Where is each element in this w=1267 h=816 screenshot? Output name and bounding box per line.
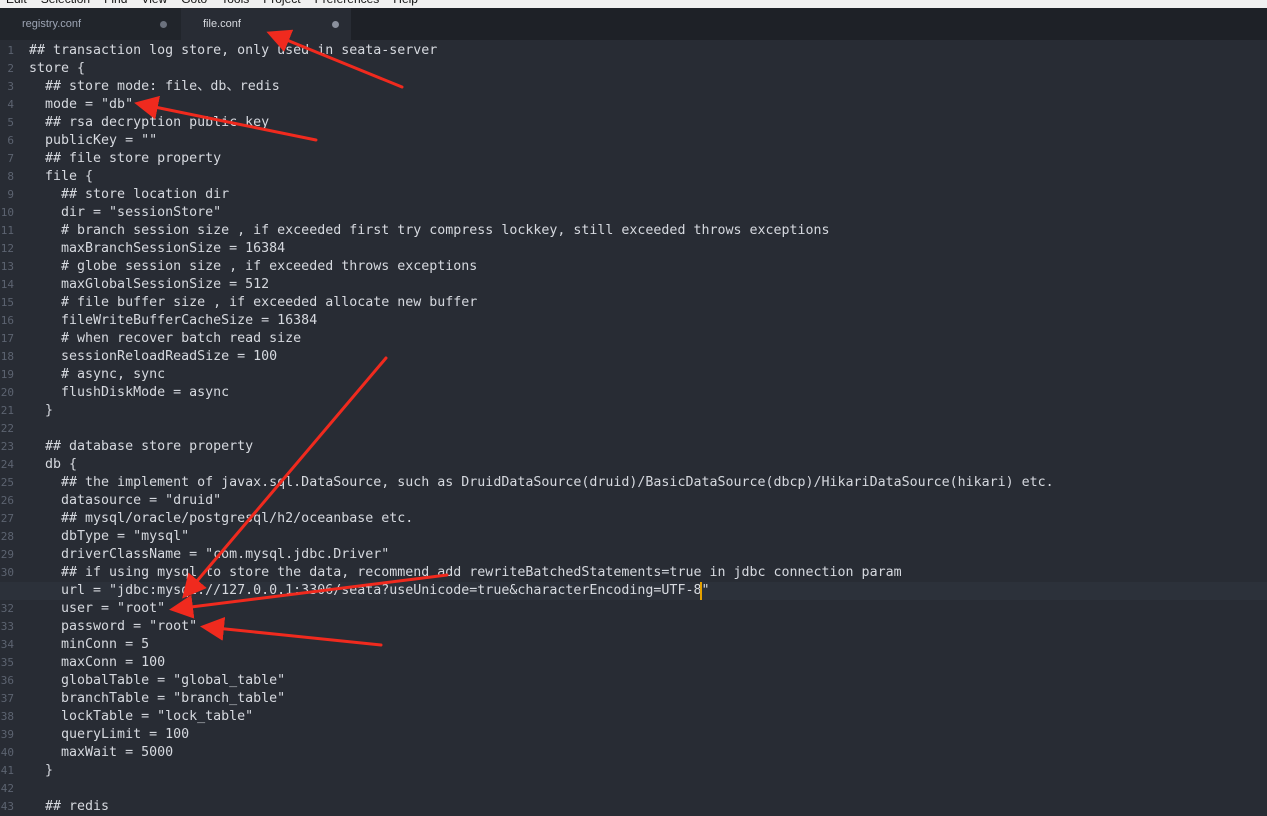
tab-label: registry.conf [22,18,82,30]
code-line[interactable]: minConn = 5 [29,636,149,654]
code-line[interactable]: maxWait = 5000 [29,744,173,762]
line-number: 36 [0,674,14,687]
line-number: 10 [0,206,14,219]
line-number: 43 [0,800,14,813]
line-number: 7 [7,152,14,165]
code-line[interactable]: # file buffer size , if exceeded allocat… [29,294,477,312]
line-number: 3 [7,80,14,93]
tab-registry-conf[interactable]: registry.conf [0,8,181,40]
code-line[interactable]: lockTable = "lock_table" [29,708,253,726]
line-number: 20 [0,386,14,399]
code-line[interactable]: ## if using mysql to store the data, rec… [29,564,902,582]
line-number: 32 [0,602,14,615]
line-number: 37 [0,692,14,705]
code-line[interactable]: ## redis [29,798,109,816]
code-line[interactable]: ## file store property [29,150,221,168]
tab-file-conf[interactable]: file.conf [181,8,351,40]
line-number: 26 [0,494,14,507]
line-number: 28 [0,530,14,543]
code-line[interactable]: datasource = "druid" [29,492,221,510]
code-line[interactable]: store { [29,60,85,78]
code-line[interactable]: driverClassName = "com.mysql.jdbc.Driver… [29,546,389,564]
text-caret [700,582,702,600]
code-line[interactable]: # branch session size , if exceeded firs… [29,222,830,240]
line-number: 13 [0,260,14,273]
line-number: 11 [0,224,14,237]
code-line[interactable]: ## the implement of javax.sql.DataSource… [29,474,1054,492]
line-number: 5 [7,116,14,129]
code-line[interactable]: maxConn = 100 [29,654,165,672]
line-number: 38 [0,710,14,723]
line-number: 22 [0,422,14,435]
code-line[interactable]: ## store mode: file、db、redis [29,78,280,96]
line-number: 40 [0,746,14,759]
menu-bar: EditSelectionFindViewGotoToolsProjectPre… [0,0,1267,8]
code-line[interactable]: globalTable = "global_table" [29,672,285,690]
code-line[interactable]: sessionReloadReadSize = 100 [29,348,277,366]
code-line[interactable]: file { [29,168,93,186]
code-line[interactable]: user = "root" [29,600,165,618]
line-number: 25 [0,476,14,489]
line-number: 1 [7,44,14,57]
line-number: 21 [0,404,14,417]
code-line[interactable]: ## mysql/oracle/postgresql/h2/oceanbase … [29,510,413,528]
line-number: 2 [7,62,14,75]
code-line[interactable]: ## rsa decryption public key [29,114,269,132]
code-line[interactable]: flushDiskMode = async [29,384,229,402]
code-line[interactable]: mode = "db" [29,96,133,114]
code-line[interactable]: } [29,762,53,780]
code-line[interactable]: dbType = "mysql" [29,528,189,546]
code-editor[interactable]: 1 2 3 4 5 6 7 8 9 10 11 12 13 14 15 16 17 18 19 20 21 22 23 24 2… [0,41,1267,814]
line-number: 33 [0,620,14,633]
line-number: 41 [0,764,14,777]
code-line[interactable]: queryLimit = 100 [29,726,189,744]
code-line[interactable]: dir = "sessionStore" [29,204,221,222]
code-line[interactable]: url = "jdbc:mysql://127.0.0.1:3306/seata… [29,582,709,600]
tab-close-dot-icon[interactable] [160,21,167,28]
code-line[interactable]: ## store location dir [29,186,229,204]
code-line[interactable]: # when recover batch read size [29,330,301,348]
line-number: 24 [0,458,14,471]
line-number: 8 [7,170,14,183]
line-number: 4 [7,98,14,111]
code-line[interactable]: fileWriteBufferCacheSize = 16384 [29,312,317,330]
code-line[interactable]: maxGlobalSessionSize = 512 [29,276,269,294]
tab-bar: registry.conf file.conf [0,8,1267,40]
line-number: 34 [0,638,14,651]
code-line[interactable]: password = "root" [29,618,197,636]
code-line[interactable]: ## database store property [29,438,253,456]
code-line[interactable]: # globe session size , if exceeded throw… [29,258,477,276]
line-number: 6 [7,134,14,147]
line-number: 23 [0,440,14,453]
line-number: 27 [0,512,14,525]
line-number: 19 [0,368,14,381]
line-number: 18 [0,350,14,363]
line-number: 30 [0,566,14,579]
line-number: 39 [0,728,14,741]
code-line[interactable]: } [29,402,53,420]
line-number: 15 [0,296,14,309]
code-line[interactable]: publicKey = "" [29,132,157,150]
code-line[interactable]: ## transaction log store, only used in s… [29,42,437,60]
line-number: 35 [0,656,14,669]
line-number-gutter: 1 2 3 4 5 6 7 8 9 10 11 12 13 14 15 16 17 18 19 20 21 22 23 24 2… [0,41,18,813]
line-number: 42 [0,782,14,795]
code-line[interactable]: maxBranchSessionSize = 16384 [29,240,285,258]
line-number: 17 [0,332,14,345]
line-number: 16 [0,314,14,327]
line-number: 29 [0,548,14,561]
line-number: 9 [7,188,14,201]
tab-close-dot-icon[interactable] [332,21,339,28]
code-line[interactable]: branchTable = "branch_table" [29,690,285,708]
code-line[interactable]: # async, sync [29,366,165,384]
code-line[interactable]: db { [29,456,77,474]
line-number: 14 [0,278,14,291]
tab-label: file.conf [203,18,241,30]
line-number: 12 [0,242,14,255]
